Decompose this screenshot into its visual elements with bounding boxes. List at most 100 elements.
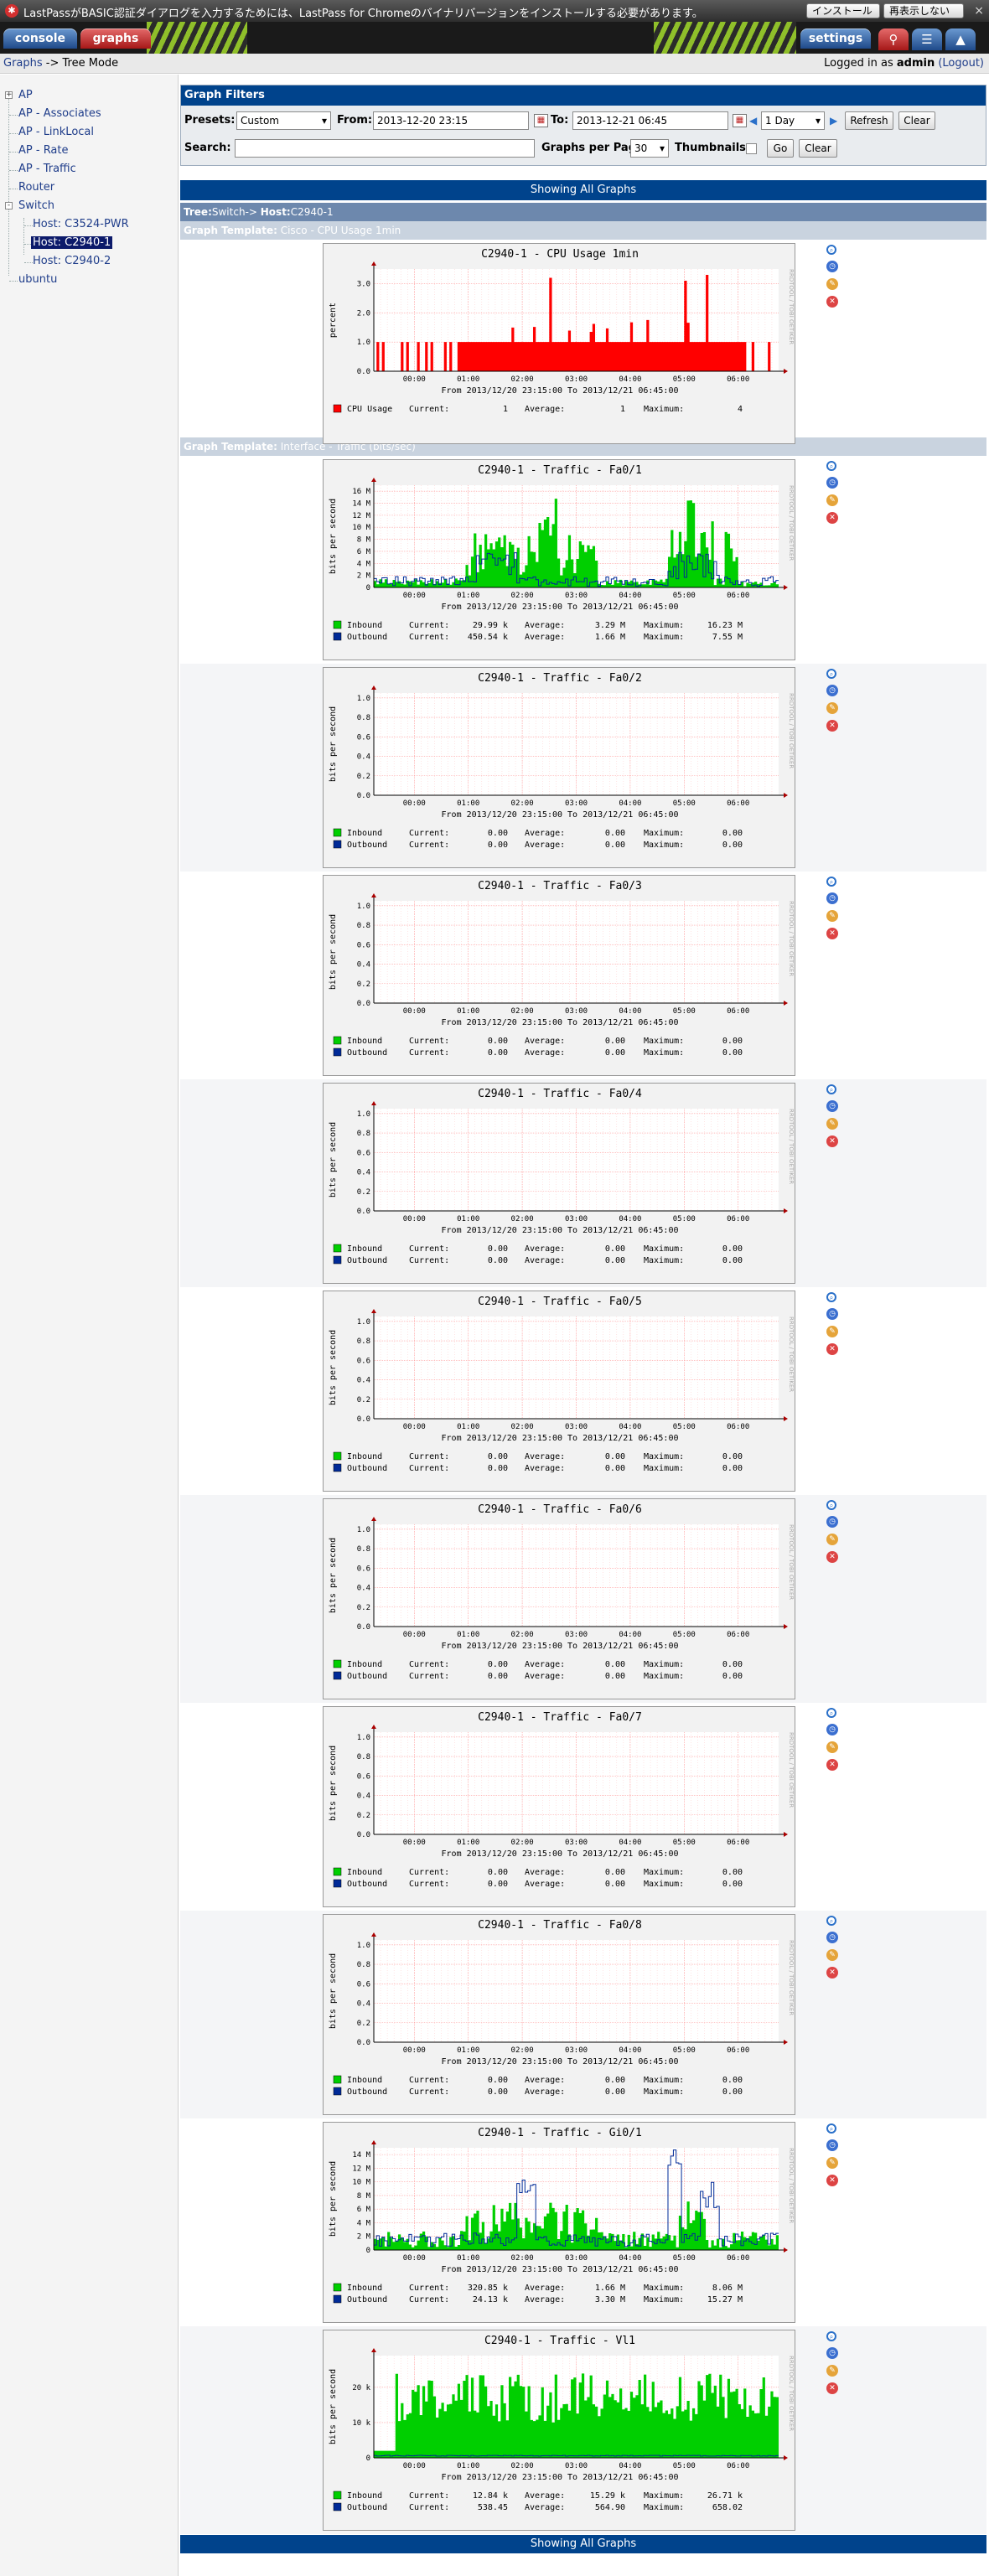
thumbnails-checkbox[interactable] xyxy=(746,143,757,154)
edit-icon[interactable]: ✎ xyxy=(826,910,838,922)
graph-image[interactable]: C2940-1 - Traffic - Gi0/1 RRDTOOL / TOBI … xyxy=(323,2122,795,2323)
tree-node-host-c2940-1[interactable]: Host: C2940-1 xyxy=(31,236,113,249)
edit-icon[interactable]: ✎ xyxy=(826,2365,838,2377)
tab-console[interactable]: console xyxy=(3,28,77,49)
timespan-icon[interactable]: ◷ xyxy=(826,1516,838,1528)
zoom-icon[interactable]: ⌕ xyxy=(826,2331,836,2341)
y-tick-label: 0.2 xyxy=(357,1188,370,1197)
graph-image[interactable]: C2940-1 - CPU Usage 1min RRDTOOL / TOBI O… xyxy=(323,243,795,444)
edit-icon[interactable]: ✎ xyxy=(826,1741,838,1753)
timespan-icon[interactable]: ◷ xyxy=(826,892,838,904)
zoom-icon[interactable]: ⌕ xyxy=(826,461,836,471)
clear-timespan-button[interactable]: Clear xyxy=(898,111,935,130)
lastpass-install-button[interactable]: インストール xyxy=(806,3,880,18)
tree-node-switch[interactable]: Switch xyxy=(18,199,54,212)
go-button[interactable]: Go xyxy=(767,139,794,158)
graph-title: C2940-1 - Traffic - Fa0/7 xyxy=(478,1711,642,1724)
to-date-input[interactable]: 2013-12-21 06:45 xyxy=(572,111,728,130)
delete-icon[interactable]: ✕ xyxy=(826,2175,838,2186)
to-calendar-icon[interactable]: ▦ xyxy=(733,114,747,127)
breadcrumb-graphs-link[interactable]: Graphs xyxy=(3,57,43,70)
tree-node-ap-linklocal[interactable]: AP - LinkLocal xyxy=(18,126,94,138)
delete-icon[interactable]: ✕ xyxy=(826,928,838,939)
search-input[interactable] xyxy=(235,139,535,158)
graph-image[interactable]: C2940-1 - Traffic - Fa0/3 RRDTOOL / TOBI … xyxy=(323,875,795,1076)
outbound-legend-swatch xyxy=(333,2294,342,2304)
tab-settings[interactable]: settings xyxy=(800,28,871,49)
time-range-label: From 2013/12/20 23:15:00 To 2013/12/21 0… xyxy=(442,1434,679,1443)
timespan-icon[interactable]: ◷ xyxy=(826,477,838,489)
tree-node-host-c2940-2[interactable]: Host: C2940-2 xyxy=(33,255,111,267)
delete-icon[interactable]: ✕ xyxy=(826,296,838,308)
delete-icon[interactable]: ✕ xyxy=(826,1135,838,1147)
tree-node-ap-associates[interactable]: AP - Associates xyxy=(18,107,101,120)
from-calendar-icon[interactable]: ▦ xyxy=(534,114,548,127)
edit-icon[interactable]: ✎ xyxy=(826,1534,838,1545)
delete-icon[interactable]: ✕ xyxy=(826,1967,838,1979)
zoom-icon[interactable]: ⌕ xyxy=(826,1084,836,1094)
delete-icon[interactable]: ✕ xyxy=(826,2382,838,2394)
graph-image[interactable]: C2940-1 - Traffic - Fa0/7 RRDTOOL / TOBI … xyxy=(323,1706,795,1907)
delete-icon[interactable]: ✕ xyxy=(826,1343,838,1355)
tree-expand-toggle[interactable]: + xyxy=(5,91,13,99)
timespan-icon[interactable]: ◷ xyxy=(826,261,838,272)
clear-search-button[interactable]: Clear xyxy=(799,139,837,158)
graph-image[interactable]: C2940-1 - Traffic - Fa0/1 RRDTOOL / TOBI … xyxy=(323,459,795,660)
tree-node-ap-rate[interactable]: AP - Rate xyxy=(18,144,69,157)
tab-graphs[interactable]: graphs xyxy=(80,28,151,49)
from-date-input[interactable]: 2013-12-20 23:15 xyxy=(373,111,529,130)
edit-icon[interactable]: ✎ xyxy=(826,278,838,290)
zoom-icon[interactable]: ⌕ xyxy=(826,877,836,887)
graph-image[interactable]: C2940-1 - Traffic - Fa0/5 RRDTOOL / TOBI … xyxy=(323,1291,795,1492)
delete-icon[interactable]: ✕ xyxy=(826,512,838,524)
edit-icon[interactable]: ✎ xyxy=(826,1326,838,1337)
edit-icon[interactable]: ✎ xyxy=(826,2157,838,2169)
delete-icon[interactable]: ✕ xyxy=(826,720,838,732)
tree-node-host-c3524-pwr[interactable]: Host: C3524-PWR xyxy=(33,218,129,230)
list-view-icon[interactable]: ☰ xyxy=(912,28,942,50)
presets-select[interactable]: Custom xyxy=(236,111,331,130)
zoom-icon[interactable]: ⌕ xyxy=(826,1500,836,1510)
graphs-per-page-select[interactable]: 30 xyxy=(630,139,669,158)
preview-view-icon[interactable]: ▲ xyxy=(945,28,976,50)
delete-icon[interactable]: ✕ xyxy=(826,1759,838,1771)
graph-image[interactable]: C2940-1 - Traffic - Fa0/4 RRDTOOL / TOBI … xyxy=(323,1083,795,1284)
graph-image[interactable]: C2940-1 - Traffic - Fa0/8 RRDTOOL / TOBI … xyxy=(323,1914,795,2115)
tree-collapse-toggle[interactable]: - xyxy=(5,202,13,209)
outbound-legend-name: Outbound xyxy=(347,2295,387,2304)
tree-node-ubuntu[interactable]: ubuntu xyxy=(18,273,57,286)
tree-node-ap[interactable]: AP xyxy=(18,89,33,101)
shift-left-icon[interactable]: ◀ xyxy=(749,115,759,127)
shift-right-icon[interactable]: ▶ xyxy=(830,115,840,127)
graph-image[interactable]: C2940-1 - Traffic - Fa0/6 RRDTOOL / TOBI … xyxy=(323,1498,795,1699)
tree-node-router[interactable]: Router xyxy=(18,181,54,194)
timespan-icon[interactable]: ◷ xyxy=(826,685,838,696)
zoom-icon[interactable]: ⌕ xyxy=(826,1292,836,1302)
inbound-legend-name: Inbound xyxy=(347,1452,382,1461)
timespan-icon[interactable]: ◷ xyxy=(826,1932,838,1943)
edit-icon[interactable]: ✎ xyxy=(826,702,838,714)
graph-image[interactable]: C2940-1 - Traffic - Vl1 RRDTOOL / TOBI OE… xyxy=(323,2330,795,2531)
delete-icon[interactable]: ✕ xyxy=(826,1551,838,1563)
close-icon[interactable]: × xyxy=(974,4,984,18)
logout-link[interactable]: (Logout) xyxy=(938,57,984,70)
timespan-icon[interactable]: ◷ xyxy=(826,1724,838,1735)
refresh-button[interactable]: Refresh xyxy=(845,111,893,130)
tree-node-ap-traffic[interactable]: AP - Traffic xyxy=(18,163,76,175)
lastpass-dismiss-button[interactable]: 再表示しない xyxy=(883,3,964,18)
zoom-icon[interactable]: ⌕ xyxy=(826,2123,836,2134)
timespan-icon[interactable]: ◷ xyxy=(826,1100,838,1112)
edit-icon[interactable]: ✎ xyxy=(826,494,838,506)
graph-image[interactable]: C2940-1 - Traffic - Fa0/2 RRDTOOL / TOBI … xyxy=(323,667,795,868)
edit-icon[interactable]: ✎ xyxy=(826,1949,838,1961)
zoom-icon[interactable]: ⌕ xyxy=(826,1708,836,1718)
zoom-icon[interactable]: ⌕ xyxy=(826,1916,836,1926)
timespan-select[interactable]: 1 Day xyxy=(761,111,825,130)
timespan-icon[interactable]: ◷ xyxy=(826,2139,838,2151)
timespan-icon[interactable]: ◷ xyxy=(826,2347,838,2359)
edit-icon[interactable]: ✎ xyxy=(826,1118,838,1130)
tree-view-icon[interactable]: ⚲ xyxy=(878,28,909,50)
zoom-icon[interactable]: ⌕ xyxy=(826,669,836,679)
timespan-icon[interactable]: ◷ xyxy=(826,1308,838,1320)
zoom-icon[interactable]: ⌕ xyxy=(826,245,836,255)
